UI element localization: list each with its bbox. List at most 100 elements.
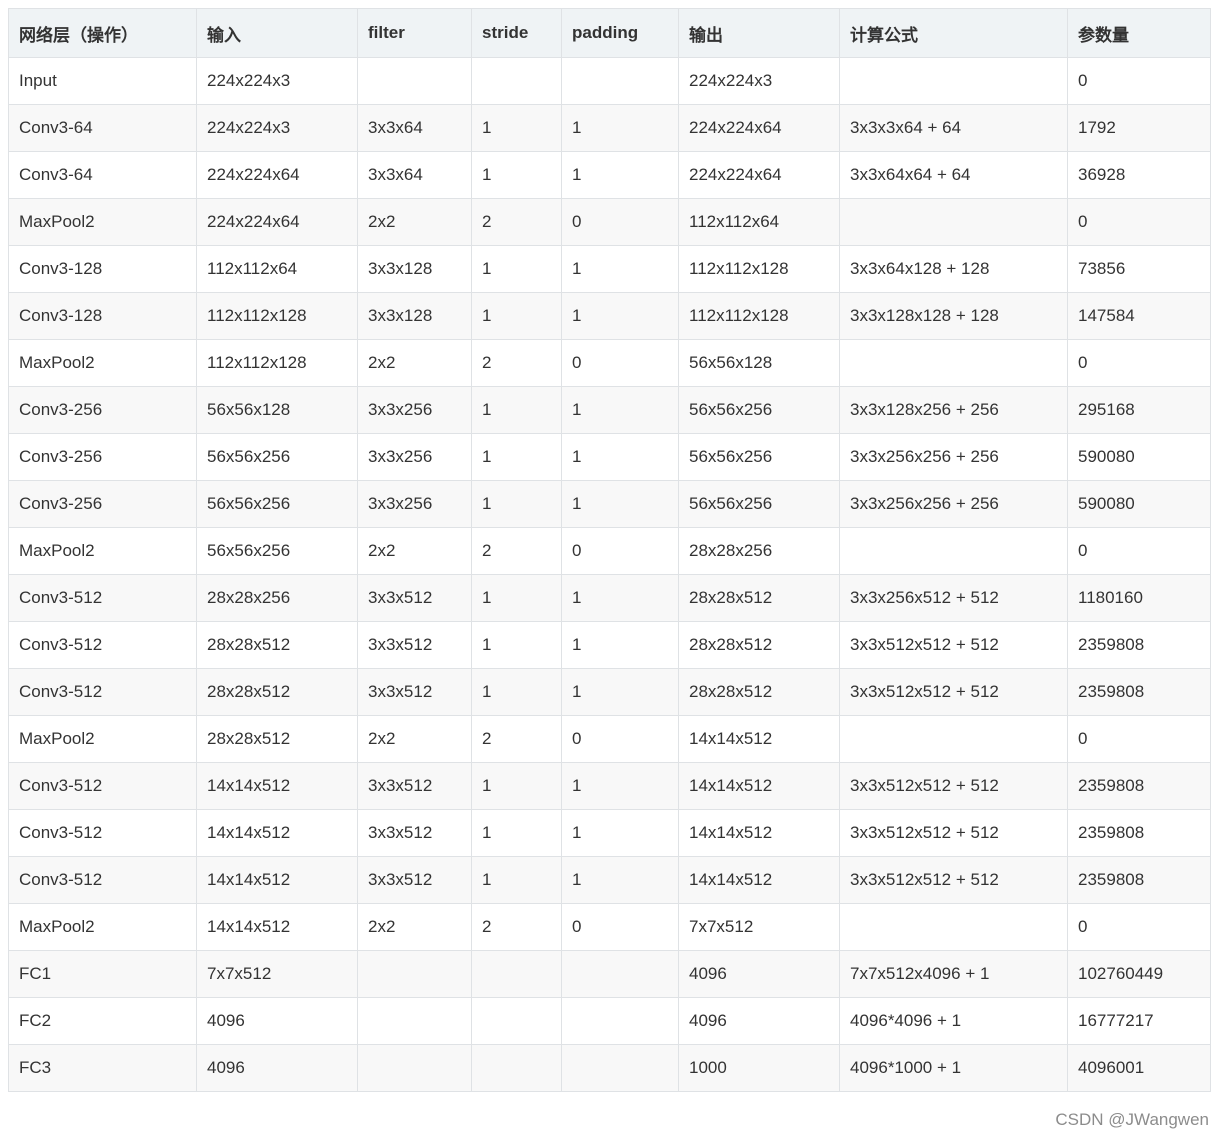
cell-params: 36928 <box>1067 151 1211 199</box>
table-row: Conv3-128 112x112x128 3x3x128 1 1 112x112x128… <box>8 292 1211 340</box>
cell-formula: 3x3x512x512 + 512 <box>839 809 1068 857</box>
cell-params: 1180160 <box>1067 574 1211 622</box>
cell-stride: 2 <box>471 715 562 763</box>
cell-padding <box>561 950 679 998</box>
header-input: 输入 <box>196 8 358 58</box>
cell-formula: 3x3x512x512 + 512 <box>839 668 1068 716</box>
cell-formula: 3x3x64x64 + 64 <box>839 151 1068 199</box>
header-formula: 计算公式 <box>839 8 1068 58</box>
cell-input: 14x14x512 <box>196 809 358 857</box>
header-stride: stride <box>471 8 562 58</box>
cell-layer: Conv3-64 <box>8 151 197 199</box>
cell-filter: 3x3x512 <box>357 621 472 669</box>
cell-params: 590080 <box>1067 433 1211 481</box>
cell-padding: 1 <box>561 292 679 340</box>
cell-formula: 3x3x512x512 + 512 <box>839 856 1068 904</box>
header-row: 网络层（操作） 输入 filter stride padding 输出 计算公式… <box>8 8 1211 58</box>
table-row: FC2 4096 4096 4096*4096 + 1 16777217 <box>8 997 1211 1045</box>
cell-stride: 1 <box>471 151 562 199</box>
header-layer: 网络层（操作） <box>8 8 197 58</box>
cell-input: 28x28x512 <box>196 621 358 669</box>
cell-formula: 3x3x64x128 + 128 <box>839 245 1068 293</box>
cell-input: 56x56x256 <box>196 480 358 528</box>
cell-input: 4096 <box>196 1044 358 1092</box>
cell-layer: Conv3-128 <box>8 245 197 293</box>
cell-filter: 2x2 <box>357 198 472 246</box>
cell-input: 56x56x256 <box>196 527 358 575</box>
cell-filter: 3x3x256 <box>357 480 472 528</box>
cell-formula: 7x7x512x4096 + 1 <box>839 950 1068 998</box>
cell-output: 28x28x512 <box>678 574 840 622</box>
cell-padding: 0 <box>561 198 679 246</box>
cell-input: 14x14x512 <box>196 762 358 810</box>
cell-padding: 1 <box>561 668 679 716</box>
cell-formula: 3x3x512x512 + 512 <box>839 762 1068 810</box>
cell-output: 56x56x256 <box>678 386 840 434</box>
cell-stride <box>471 950 562 998</box>
cell-layer: Conv3-128 <box>8 292 197 340</box>
cell-output: 224x224x64 <box>678 104 840 152</box>
cell-params: 0 <box>1067 903 1211 951</box>
cell-layer: FC2 <box>8 997 197 1045</box>
cell-layer: Conv3-512 <box>8 809 197 857</box>
cell-params: 590080 <box>1067 480 1211 528</box>
cell-padding: 1 <box>561 433 679 481</box>
cell-formula: 3x3x512x512 + 512 <box>839 621 1068 669</box>
cell-stride <box>471 997 562 1045</box>
table-row: Conv3-512 14x14x512 3x3x512 1 1 14x14x512 3x3x… <box>8 856 1211 904</box>
cell-padding <box>561 1044 679 1092</box>
cell-input: 56x56x256 <box>196 433 358 481</box>
cell-params: 2359808 <box>1067 809 1211 857</box>
header-filter: filter <box>357 8 472 58</box>
cell-padding: 1 <box>561 104 679 152</box>
table-row: Conv3-512 28x28x512 3x3x512 1 1 28x28x512 3x3x… <box>8 668 1211 716</box>
cell-input: 224x224x3 <box>196 104 358 152</box>
cell-stride <box>471 1044 562 1092</box>
cell-filter: 2x2 <box>357 903 472 951</box>
cell-output: 112x112x64 <box>678 198 840 246</box>
cell-padding <box>561 997 679 1045</box>
cell-layer: Conv3-512 <box>8 856 197 904</box>
cell-formula <box>839 57 1068 105</box>
cell-output: 14x14x512 <box>678 715 840 763</box>
cell-params: 0 <box>1067 198 1211 246</box>
table-row: MaxPool2 28x28x512 2x2 2 0 14x14x512 0 <box>8 715 1211 763</box>
table-header: 网络层（操作） 输入 filter stride padding 输出 计算公式… <box>8 8 1211 58</box>
cell-filter: 3x3x64 <box>357 151 472 199</box>
cell-stride: 1 <box>471 762 562 810</box>
vgg-parameter-table: 网络层（操作） 输入 filter stride padding 输出 计算公式… <box>8 8 1211 1092</box>
cell-params: 73856 <box>1067 245 1211 293</box>
cell-formula: 3x3x256x256 + 256 <box>839 433 1068 481</box>
cell-padding: 1 <box>561 386 679 434</box>
table-row: Conv3-64 224x224x64 3x3x64 1 1 224x224x64 3x3x… <box>8 151 1211 199</box>
table-row: Input 224x224x3 224x224x3 0 <box>8 57 1211 105</box>
cell-params: 102760449 <box>1067 950 1211 998</box>
cell-padding: 1 <box>561 621 679 669</box>
cell-filter: 3x3x256 <box>357 386 472 434</box>
cell-filter: 3x3x256 <box>357 433 472 481</box>
cell-output: 112x112x128 <box>678 292 840 340</box>
cell-output: 224x224x3 <box>678 57 840 105</box>
cell-output: 7x7x512 <box>678 903 840 951</box>
table-row: Conv3-256 56x56x256 3x3x256 1 1 56x56x256 3x3x… <box>8 433 1211 481</box>
cell-stride: 1 <box>471 245 562 293</box>
cell-input: 224x224x64 <box>196 198 358 246</box>
cell-formula <box>839 527 1068 575</box>
cell-stride: 1 <box>471 668 562 716</box>
cell-filter: 3x3x512 <box>357 809 472 857</box>
cell-padding: 1 <box>561 856 679 904</box>
cell-output: 112x112x128 <box>678 245 840 293</box>
cell-filter: 3x3x512 <box>357 762 472 810</box>
cell-params: 2359808 <box>1067 668 1211 716</box>
cell-input: 28x28x512 <box>196 668 358 716</box>
cell-formula: 3x3x128x128 + 128 <box>839 292 1068 340</box>
cell-stride: 1 <box>471 574 562 622</box>
cell-formula <box>839 339 1068 387</box>
cell-output: 28x28x512 <box>678 668 840 716</box>
cell-padding: 1 <box>561 574 679 622</box>
cell-filter: 3x3x128 <box>357 245 472 293</box>
table-row: Conv3-256 56x56x256 3x3x256 1 1 56x56x256 3x3x… <box>8 480 1211 528</box>
cell-formula: 3x3x256x256 + 256 <box>839 480 1068 528</box>
cell-output: 14x14x512 <box>678 856 840 904</box>
cell-input: 28x28x256 <box>196 574 358 622</box>
